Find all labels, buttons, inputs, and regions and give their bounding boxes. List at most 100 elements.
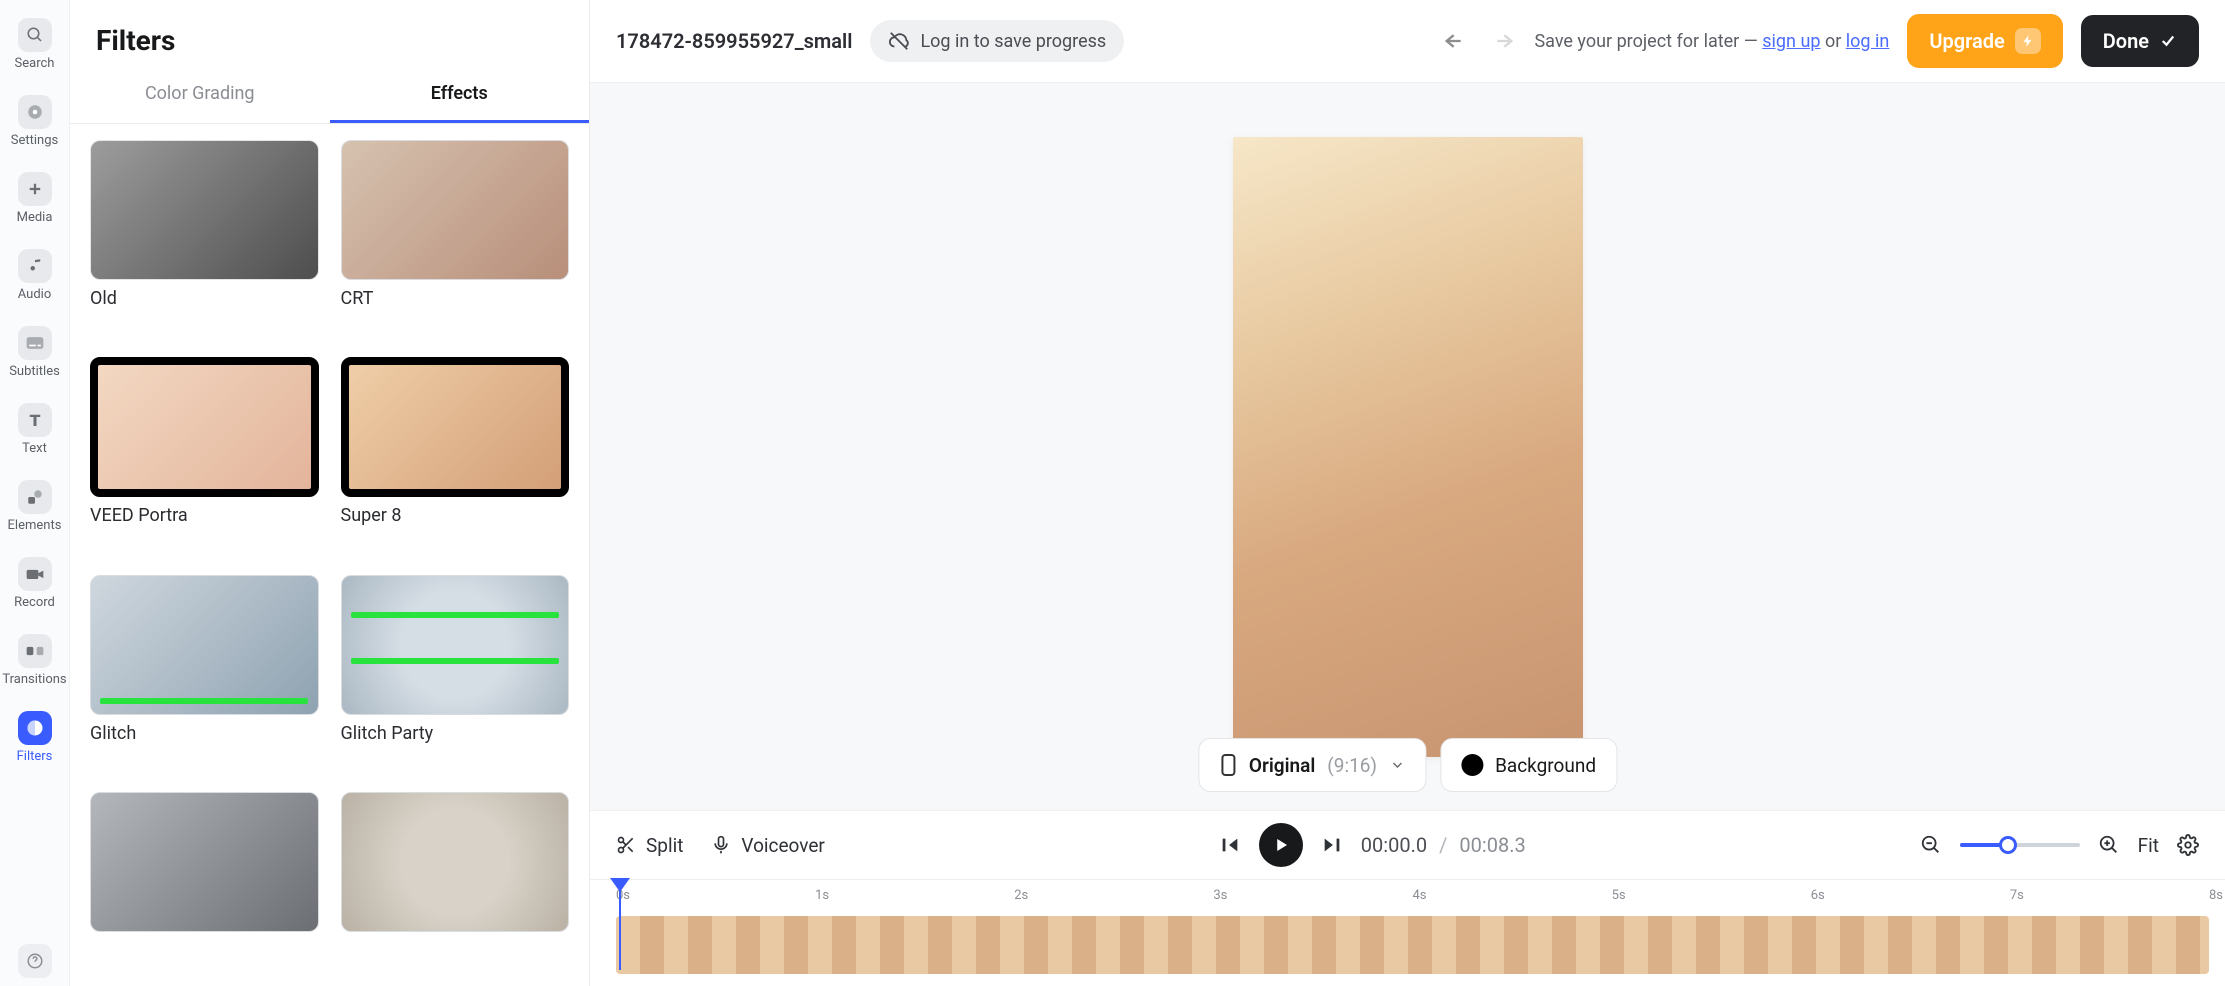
timecode: 00:00.0 / 00:08.3	[1361, 833, 1526, 857]
zoom-out-button[interactable]	[1920, 834, 1942, 856]
zoom-slider[interactable]	[1960, 843, 2080, 847]
background-swatch	[1461, 754, 1483, 776]
ruler-tick: 3s	[1213, 888, 1227, 903]
effect-old[interactable]: Old	[90, 140, 319, 339]
text-icon	[18, 403, 52, 437]
effect-glitch[interactable]: Glitch	[90, 575, 319, 774]
effect-label: Old	[90, 288, 319, 309]
effect-thumb	[341, 575, 570, 715]
tool-settings[interactable]: Settings	[0, 87, 69, 156]
tool-rail: Search Settings Media Audio Subtitles Text Ele…	[0, 0, 70, 986]
cloud-off-icon	[888, 30, 910, 52]
signup-link[interactable]: sign up	[1762, 31, 1820, 52]
effect-label: CRT	[341, 288, 570, 309]
bolt-icon	[2015, 28, 2041, 54]
tool-record[interactable]: Record	[0, 549, 69, 618]
top-bar: 178472-859955927_small Log in to save pr…	[590, 0, 2225, 83]
effect-glitch-party[interactable]: Glitch Party	[341, 575, 570, 774]
tool-label: Settings	[11, 133, 58, 148]
ruler-tick: 1s	[815, 888, 829, 903]
tool-label: Audio	[18, 287, 51, 302]
ruler-tick: 5s	[1612, 888, 1626, 903]
transitions-icon	[18, 634, 52, 668]
login-to-save-button[interactable]: Log in to save progress	[870, 20, 1124, 62]
media-icon	[18, 172, 52, 206]
split-button[interactable]: Split	[616, 834, 683, 857]
help-icon	[18, 944, 52, 978]
scissors-icon	[616, 835, 636, 855]
timeline[interactable]: 0s1s2s3s4s5s6s7s8s	[590, 879, 2225, 986]
panel-title: Filters	[70, 0, 589, 67]
effect-thumb	[90, 575, 319, 715]
settings-icon	[18, 95, 52, 129]
ruler-tick: 7s	[2010, 888, 2024, 903]
skip-forward-button[interactable]	[1321, 834, 1343, 856]
audio-icon	[18, 249, 52, 283]
tool-label: Media	[17, 210, 53, 225]
save-project-text: Save your project for later — sign up or…	[1534, 31, 1889, 52]
tool-transitions[interactable]: Transitions	[0, 626, 69, 695]
effect-label: Super 8	[341, 505, 570, 526]
tool-search[interactable]: Search	[0, 10, 69, 79]
effect-crt[interactable]: CRT	[341, 140, 570, 339]
aspect-dropdown[interactable]: Original (9:16)	[1198, 738, 1426, 792]
effect-veed-portra[interactable]: VEED Portra	[90, 357, 319, 556]
tool-filters[interactable]: Filters	[0, 703, 69, 772]
zoom-in-button[interactable]	[2098, 834, 2120, 856]
effect-super-8[interactable]: Super 8	[341, 357, 570, 556]
tool-label: Record	[14, 595, 55, 610]
timeline-ruler: 0s1s2s3s4s5s6s7s8s	[616, 888, 2209, 912]
effect-film[interactable]	[90, 792, 319, 970]
play-icon	[1272, 836, 1290, 854]
login-link[interactable]: log in	[1846, 31, 1890, 52]
video-preview[interactable]	[1233, 137, 1583, 757]
subtitles-icon	[18, 326, 52, 360]
tool-text[interactable]: Text	[0, 395, 69, 464]
portrait-icon	[1219, 753, 1237, 777]
video-track[interactable]	[616, 916, 2209, 974]
tool-label: Text	[22, 441, 47, 456]
play-button[interactable]	[1259, 823, 1303, 867]
skip-back-button[interactable]	[1219, 834, 1241, 856]
effect-thumb	[90, 792, 319, 932]
tab-effects[interactable]: Effects	[330, 67, 590, 123]
fit-button[interactable]: Fit	[2138, 834, 2159, 857]
tool-subtitles[interactable]: Subtitles	[0, 318, 69, 387]
main-area: 178472-859955927_small Log in to save pr…	[590, 0, 2225, 986]
filters-panel: Filters Color Grading Effects Old CRT VEED…	[70, 0, 590, 986]
tool-label: Transitions	[2, 672, 66, 687]
ruler-tick: 8s	[2209, 888, 2223, 903]
ruler-tick: 2s	[1014, 888, 1028, 903]
tool-elements[interactable]: Elements	[0, 472, 69, 541]
tool-media[interactable]: Media	[0, 164, 69, 233]
effect-label: Glitch Party	[341, 723, 570, 744]
tab-color-grading[interactable]: Color Grading	[70, 67, 330, 123]
check-icon	[2159, 32, 2177, 50]
done-button[interactable]: Done	[2081, 15, 2199, 67]
effect-vhs[interactable]	[341, 792, 570, 970]
ruler-tick: 4s	[1413, 888, 1427, 903]
effect-thumb	[341, 140, 570, 280]
tool-label: Search	[15, 56, 55, 71]
record-icon	[18, 557, 52, 591]
effect-thumb	[90, 140, 319, 280]
filters-icon	[18, 711, 52, 745]
background-button[interactable]: Background	[1440, 738, 1617, 792]
filters-tabs: Color Grading Effects	[70, 67, 589, 124]
timeline-settings-button[interactable]	[2177, 834, 2199, 856]
effects-grid: Old CRT VEED Portra Super 8 Glitch Glitch Par…	[70, 124, 589, 986]
redo-button[interactable]	[1488, 31, 1516, 51]
help-button[interactable]	[0, 936, 69, 986]
elements-icon	[18, 480, 52, 514]
upgrade-button[interactable]: Upgrade	[1907, 14, 2062, 68]
effect-thumb	[341, 357, 570, 497]
tool-audio[interactable]: Audio	[0, 241, 69, 310]
project-name[interactable]: 178472-859955927_small	[616, 29, 852, 53]
tool-label: Subtitles	[9, 364, 60, 379]
timeline-controls: Split Voiceover 00:00.0 / 00:08.3	[590, 810, 2225, 879]
voiceover-button[interactable]: Voiceover	[711, 834, 824, 857]
undo-button[interactable]	[1442, 31, 1470, 51]
effect-label: VEED Portra	[90, 505, 319, 526]
effect-thumb	[90, 357, 319, 497]
ruler-tick: 6s	[1811, 888, 1825, 903]
